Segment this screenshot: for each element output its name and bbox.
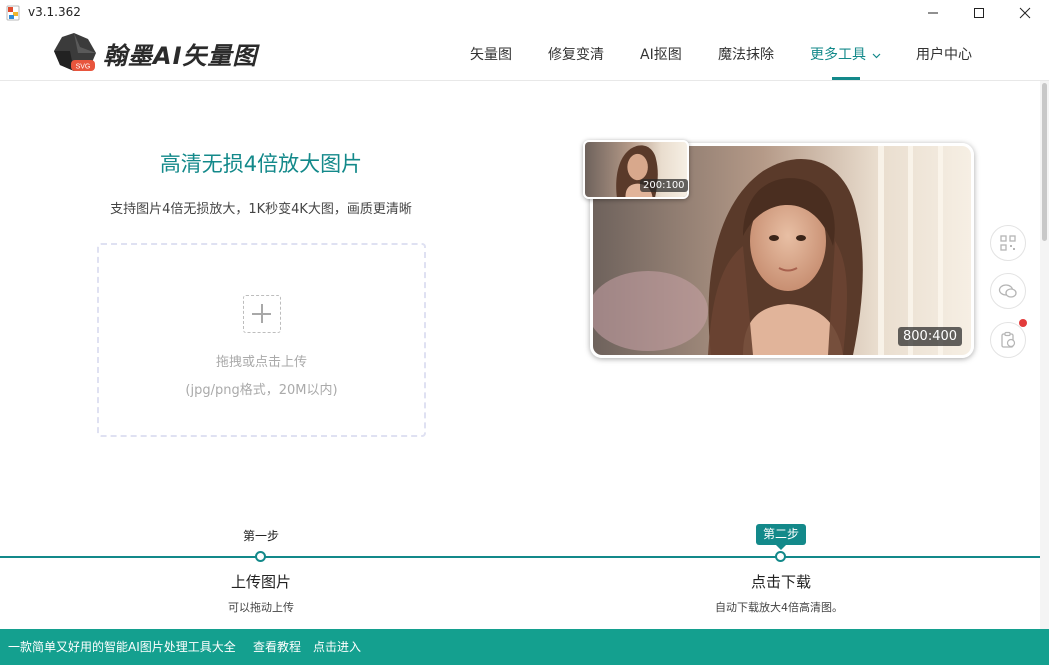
small-size-badge: 200:100 [640,179,688,192]
minimize-button[interactable] [910,0,956,26]
step-1-label: 第一步 [242,529,279,543]
brand-logo-icon: SVG [54,33,96,71]
qrcode-button[interactable] [990,225,1026,261]
nav-more-tools-label: 更多工具 [810,47,866,63]
upload-hint: 拖拽或点击上传 [215,355,307,370]
footer-slogan: 一款简单又好用的智能AI图片处理工具大全 [8,640,236,654]
minimize-icon [928,12,938,14]
step-1-dot [255,551,266,562]
scrollbar-thumb[interactable] [1042,83,1047,241]
step-2-title: 点击下载 [750,573,811,591]
nav-more-tools[interactable]: 更多工具 [810,44,881,64]
nav-vector[interactable]: 矢量图 [470,44,512,64]
tutorial-link[interactable]: 查看教程 [253,638,301,655]
app-icon [6,5,20,21]
nav-cutout[interactable]: AI抠图 [640,44,682,64]
notification-dot [1019,319,1027,327]
title-bar: v3.1.362 [0,0,1049,26]
nav-active-indicator [832,77,860,80]
clipboard-clock-icon [1001,331,1016,348]
chevron-down-icon [873,53,881,58]
nav-restore[interactable]: 修复变清 [548,44,604,64]
brand-name: 翰墨AI矢量图 [103,42,258,70]
upload-format-note: (jpg/png格式，20M以内) [185,383,338,398]
main-header: SVG 翰墨AI矢量图 矢量图 修复变清 AI抠图 魔法抹除 更多工具 用户中心 [0,26,1049,81]
steps-progress-line [0,556,1040,558]
page-subtitle: 支持图片4倍无损放大，1K秒变4K大图，画质更清晰 [110,202,412,217]
upload-dropzone[interactable]: 拖拽或点击上传 (jpg/png格式，20M以内) [97,243,426,437]
nav-magic-erase[interactable]: 魔法抹除 [718,44,774,64]
nav-user-center[interactable]: 用户中心 [916,44,972,64]
step-2-description: 自动下载放大4倍高清图。 [715,601,843,614]
large-size-badge: 800:400 [898,327,963,346]
step-2-dot [775,551,786,562]
step-2-badge: 第二步 [756,524,806,550]
version-label: v3.1.362 [28,5,81,19]
wechat-button[interactable] [990,273,1026,309]
logo-badge-text: SVG [76,64,91,71]
footer-bar: 一款简单又好用的智能AI图片处理工具大全 查看教程 点击进入 [0,629,1049,665]
add-icon [243,295,281,333]
enter-link[interactable]: 点击进入 [313,638,361,655]
close-button[interactable] [1002,0,1048,26]
maximize-button[interactable] [956,0,1002,26]
history-button[interactable] [990,322,1026,358]
close-icon [1019,7,1031,19]
wechat-icon [998,284,1017,298]
qrcode-icon [1000,235,1016,251]
step-1-title: 上传图片 [230,573,291,591]
maximize-icon [974,8,984,18]
step-1-description: 可以拖动上传 [228,601,294,614]
page-title: 高清无损4倍放大图片 [159,152,363,176]
